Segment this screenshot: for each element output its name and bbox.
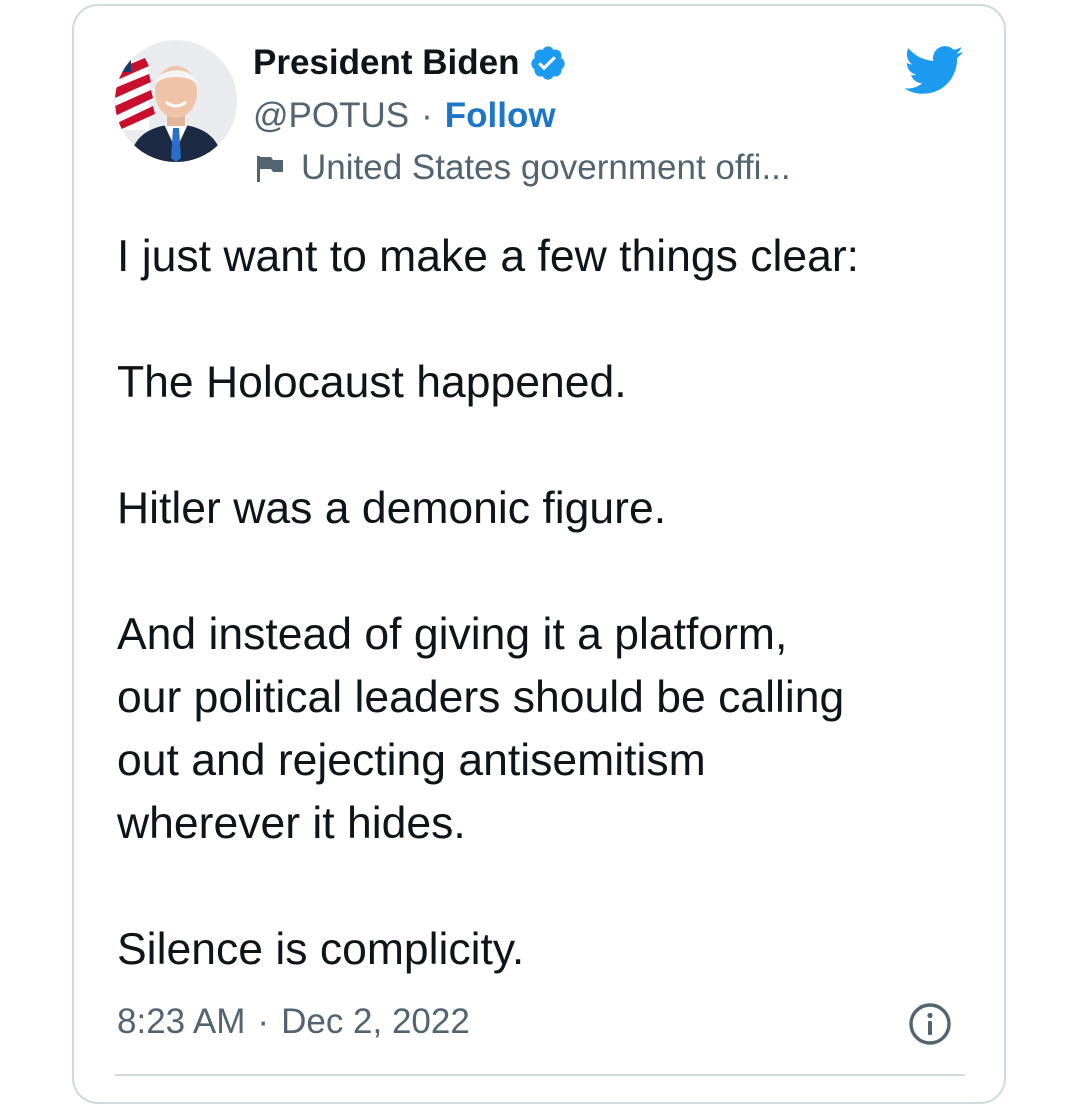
avatar[interactable] [115,40,237,162]
tweet-line: out and rejecting antisemitism [117,736,706,785]
verified-badge-icon [529,44,567,82]
author-handle-row: @POTUS · Follow [253,93,556,139]
tweet-text: I just want to make a few things clear: T… [117,225,987,981]
author-name[interactable]: President Biden [253,43,519,83]
tweet-line: our political leaders should be calling [117,673,845,722]
tweet-timestamp[interactable]: 8:23 AM · Dec 2, 2022 [117,996,470,1048]
info-icon[interactable] [908,1002,952,1046]
account-label: United States government offi... [301,148,791,187]
author-handle[interactable]: @POTUS [253,96,409,136]
author-name-row: President Biden [253,40,567,86]
divider [115,1074,965,1076]
tweet-line: Silence is complicity. [117,925,525,974]
flag-icon [255,153,285,183]
account-label-row[interactable]: United States government offi... [255,145,791,191]
tweet-line: I just want to make a few things clear: [117,232,860,281]
handle-separator: · [421,96,433,135]
tweet-time: 8:23 AM [117,1002,246,1041]
follow-button[interactable]: Follow [445,96,556,136]
tweet-date: Dec 2, 2022 [281,1002,470,1041]
tweet-line: And instead of giving it a platform, [117,610,788,659]
tweet-line: The Holocaust happened. [117,358,627,407]
tweet-line: Hitler was a demonic figure. [117,484,667,533]
tweet-line: wherever it hides. [117,799,466,848]
timestamp-separator: · [257,1002,270,1041]
twitter-bird-icon[interactable] [902,44,964,96]
